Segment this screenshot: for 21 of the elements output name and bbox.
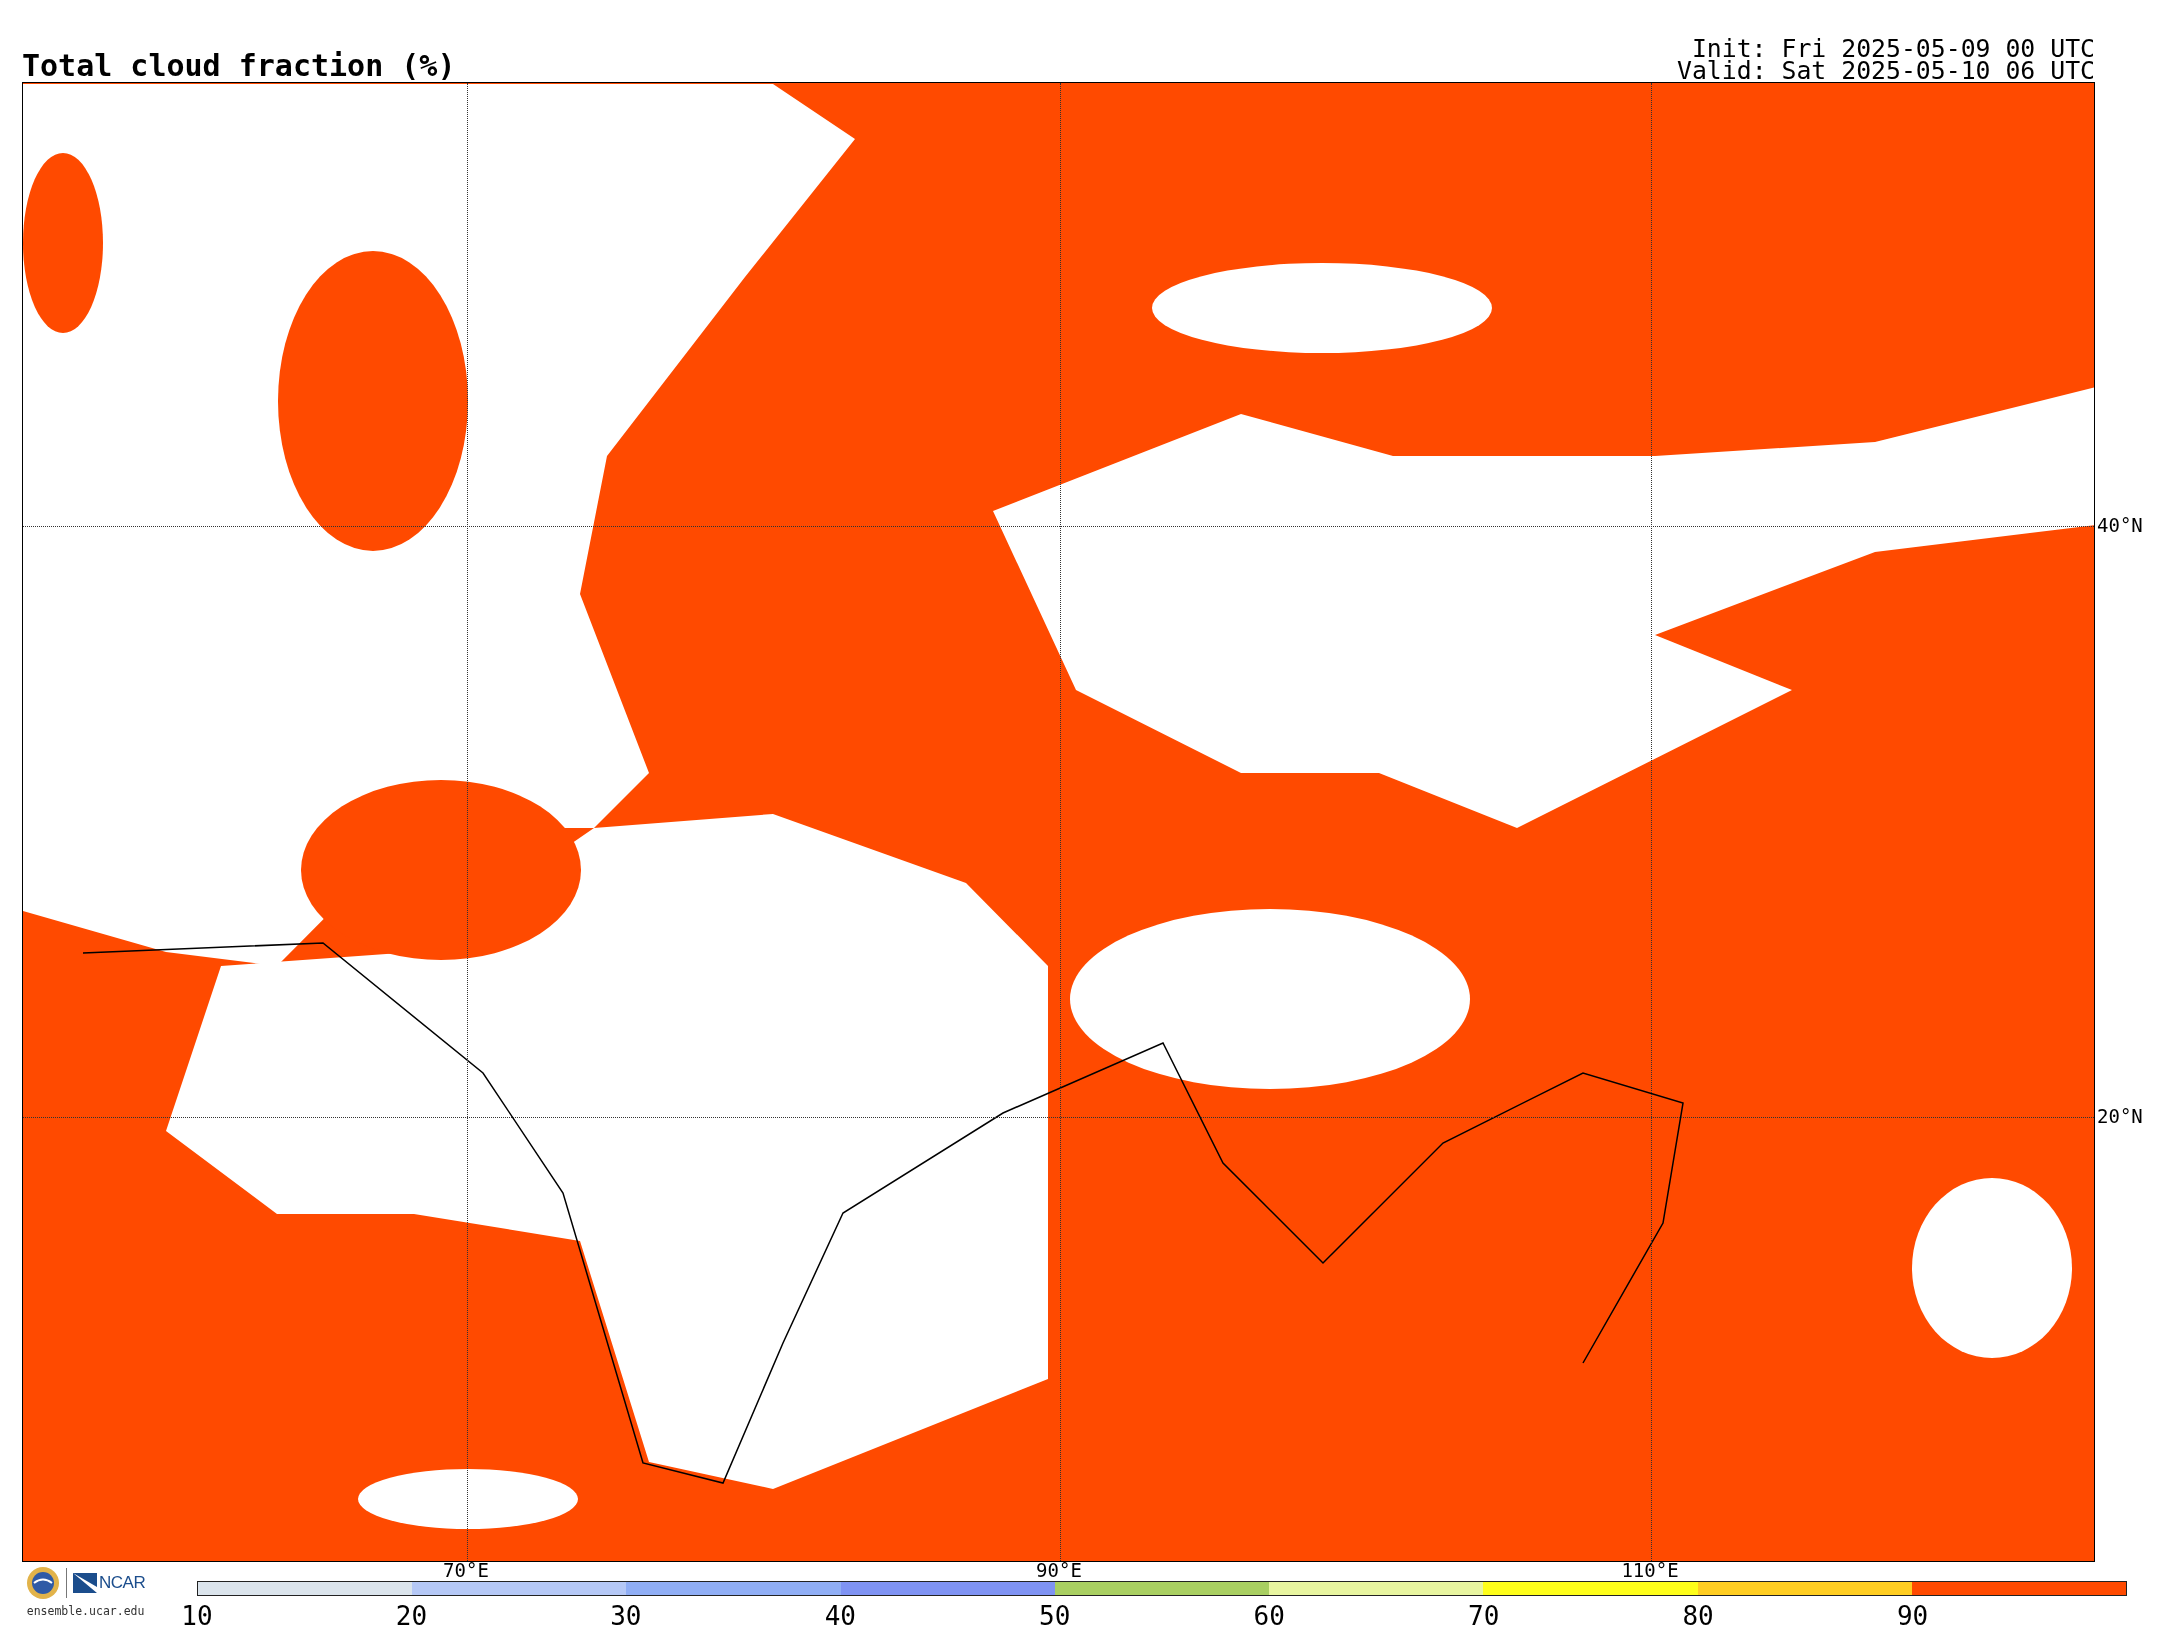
latitude-label: 20°N [2097, 1106, 2143, 1126]
valid-time: Valid: Sat 2025-05-10 06 UTC [1677, 60, 2095, 82]
tick-label: 40 [824, 1602, 856, 1626]
longitude-label: 70°E [443, 1560, 489, 1580]
triangle-logo-icon [73, 1573, 97, 1593]
tick-label: 60 [1253, 1602, 1285, 1626]
tick-label: 10 [181, 1602, 213, 1626]
longitude-label: 90°E [1036, 1560, 1082, 1580]
tick-label: 70 [1468, 1602, 1500, 1626]
latitude-label: 40°N [2097, 515, 2143, 535]
init-time: Init: Fri 2025-05-09 00 UTC [1691, 38, 2095, 60]
chart-title: Total cloud fraction (%) [22, 50, 456, 82]
logo-text: NCAR [99, 1573, 146, 1593]
tick-label: 20 [395, 1602, 428, 1626]
tick-label: 80 [1682, 1602, 1714, 1626]
tick-label: 30 [610, 1602, 642, 1626]
longitude-label: 110°E [1621, 1560, 1679, 1580]
website-url: ensemble.ucar.edu [26, 1604, 145, 1618]
tick-label: 90 [1896, 1602, 1929, 1626]
globe-emblem-icon [26, 1566, 60, 1600]
tick-label: 50 [1039, 1602, 1071, 1626]
